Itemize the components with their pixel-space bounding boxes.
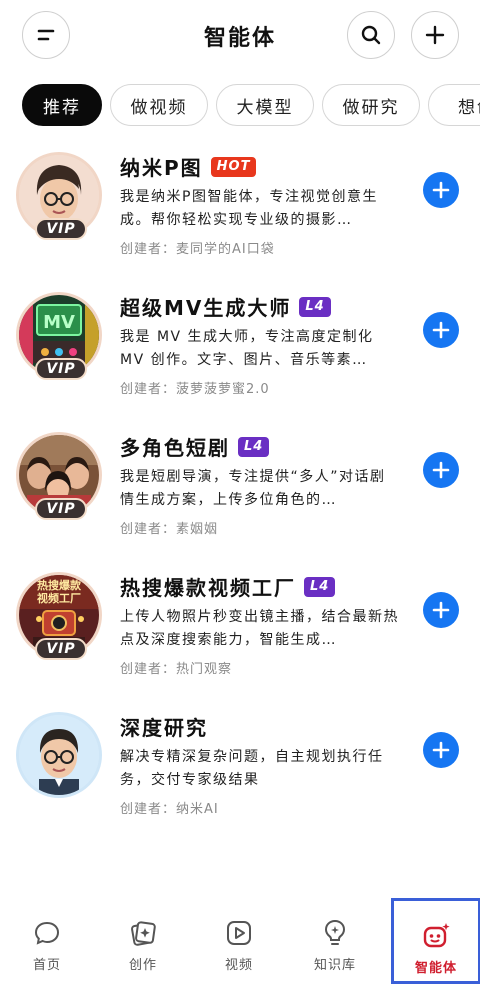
svg-text:MV: MV bbox=[43, 312, 75, 333]
agent-avatar: VIP bbox=[16, 152, 102, 240]
agent-avatar: MV VIP bbox=[16, 292, 102, 380]
nav-label: 视频 bbox=[224, 958, 253, 973]
agent-item-trending-video-factory[interactable]: 热搜爆款 视频工厂 VIP 热搜爆款视频工厂 L4 上传人物照片秒变出镜主播，结… bbox=[0, 572, 480, 702]
agent-description: 解决专精深复杂问题，自主规划执行任务，交付专家级结果 bbox=[120, 749, 384, 788]
agent-name: 多角色短剧 L4 bbox=[120, 432, 270, 461]
page-title: 智能体 bbox=[203, 26, 276, 51]
add-agent-button[interactable] bbox=[423, 732, 459, 768]
tab-large-model[interactable]: 大模型 bbox=[216, 84, 314, 126]
plus-icon bbox=[432, 461, 450, 479]
vip-badge: VIP bbox=[35, 358, 87, 380]
agent-name: 深度研究 bbox=[120, 712, 208, 741]
avatar-caption: 视频工厂 bbox=[37, 591, 81, 605]
robot-icon bbox=[423, 923, 450, 948]
nav-label: 创作 bbox=[128, 958, 157, 973]
agent-avatar: VIP bbox=[16, 432, 102, 520]
agent-item-nano-p-image[interactable]: VIP 纳米P图 HOT 我是纳米P图智能体，专注视觉创意生成。帮你轻松实现专业… bbox=[0, 152, 480, 282]
vip-badge: VIP bbox=[35, 498, 87, 520]
tab-make-video[interactable]: 做视频 bbox=[110, 84, 208, 126]
researcher-portrait-icon bbox=[19, 715, 99, 795]
top-header: 智能体 bbox=[0, 0, 480, 70]
plus-icon bbox=[425, 25, 445, 45]
add-agent-button[interactable] bbox=[423, 312, 459, 348]
nav-label: 智能体 bbox=[414, 961, 457, 976]
agent-name-text: 多角色短剧 bbox=[120, 436, 230, 460]
add-agent-button[interactable] bbox=[423, 172, 459, 208]
plus-icon bbox=[432, 601, 450, 619]
search-button[interactable] bbox=[347, 11, 395, 59]
agent-creator: 创建者：热门观察 bbox=[120, 662, 233, 677]
tab-research[interactable]: 做研究 bbox=[322, 84, 420, 126]
nav-video[interactable]: 视频 bbox=[194, 898, 284, 984]
agent-item-deep-research[interactable]: 深度研究 解决专精深复杂问题，自主规划执行任务，交付专家级结果 创建者：纳米AI bbox=[0, 712, 480, 842]
agent-name-text: 热搜爆款视频工厂 bbox=[120, 576, 296, 600]
level-badge: L4 bbox=[304, 576, 336, 597]
lightbulb-icon bbox=[324, 919, 346, 945]
plus-icon bbox=[432, 321, 450, 339]
agent-name: 热搜爆款视频工厂 L4 bbox=[120, 572, 336, 601]
level-badge: L4 bbox=[238, 436, 270, 457]
agent-item-multi-role-drama[interactable]: VIP 多角色短剧 L4 我是短剧导演，专注提供“多人”对话剧情生成方案，上传多… bbox=[0, 432, 480, 562]
sparkle-cards-icon bbox=[131, 921, 156, 946]
agent-description: 我是短剧导演，专注提供“多人”对话剧情生成方案，上传多位角色的… bbox=[120, 469, 386, 508]
agent-description: 我是 MV 生成大师，专注高度定制化 MV 创作。文字、图片、音乐等素… bbox=[120, 329, 374, 368]
agent-avatar: 热搜爆款 视频工厂 VIP bbox=[16, 572, 102, 660]
plus-icon bbox=[432, 181, 450, 199]
agent-name-text: 超级MV生成大师 bbox=[120, 296, 292, 320]
chat-bubble-icon bbox=[34, 921, 60, 945]
play-icon bbox=[227, 921, 251, 945]
agent-creator: 创建者：纳米AI bbox=[120, 802, 219, 817]
plus-icon bbox=[432, 741, 450, 759]
nav-agents[interactable]: 智能体 bbox=[391, 898, 480, 984]
agent-name-text: 深度研究 bbox=[120, 716, 208, 740]
search-icon bbox=[361, 25, 381, 45]
add-agent-button[interactable] bbox=[423, 592, 459, 628]
agent-name: 纳米P图 HOT bbox=[120, 152, 257, 181]
nav-knowledge-base[interactable]: 知识库 bbox=[290, 898, 380, 984]
agent-creator: 创建者：菠萝菠萝蜜2.0 bbox=[120, 382, 270, 397]
avatar-caption: 热搜爆款 bbox=[37, 578, 82, 592]
nav-label: 知识库 bbox=[313, 958, 356, 973]
tab-create[interactable]: 想创 bbox=[428, 84, 480, 126]
nav-create[interactable]: 创作 bbox=[98, 898, 188, 984]
menu-icon bbox=[37, 29, 55, 41]
bottom-navigation: 首页 创作 视频 知识库 智能体 bbox=[0, 898, 480, 990]
agent-item-mv-master[interactable]: MV VIP 超级MV生成大师 L4 我是 MV 生成大师，专注高度定制化 MV… bbox=[0, 292, 480, 422]
agent-description: 我是纳米P图智能体，专注视觉创意生成。帮你轻松实现专业级的摄影… bbox=[120, 189, 378, 228]
create-agent-button[interactable] bbox=[411, 11, 459, 59]
add-agent-button[interactable] bbox=[423, 452, 459, 488]
agent-creator: 创建者：麦同学的AI口袋 bbox=[120, 242, 275, 257]
agent-creator: 创建者：素姻姻 bbox=[120, 522, 219, 537]
nav-label: 首页 bbox=[32, 958, 61, 973]
category-tabs: 推荐 做视频 大模型 做研究 想创 bbox=[0, 84, 480, 128]
agent-name-text: 纳米P图 bbox=[120, 156, 203, 180]
nav-home[interactable]: 首页 bbox=[2, 898, 92, 984]
agent-name: 超级MV生成大师 L4 bbox=[120, 292, 331, 321]
tab-recommended[interactable]: 推荐 bbox=[22, 84, 102, 126]
menu-button[interactable] bbox=[22, 11, 70, 59]
vip-badge: VIP bbox=[35, 638, 87, 660]
level-badge: L4 bbox=[299, 296, 331, 317]
agent-description: 上传人物照片秒变出镜主播，结合最新热点及深度搜索能力，智能生成… bbox=[120, 609, 399, 648]
vip-badge: VIP bbox=[35, 218, 87, 240]
hot-badge: HOT bbox=[210, 156, 257, 177]
agent-avatar bbox=[16, 712, 102, 798]
